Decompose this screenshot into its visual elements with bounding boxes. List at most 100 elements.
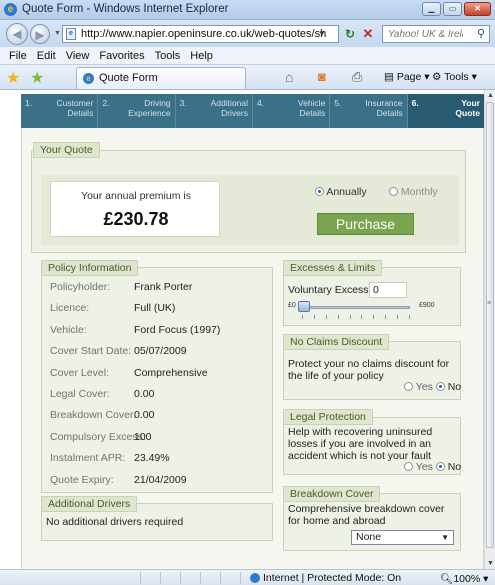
menu-view[interactable]: View [61,47,95,64]
policy-row-value: 0.00 [134,409,155,422]
maximize-button[interactable]: ▭ [443,2,462,16]
menu-help[interactable]: Help [185,47,218,64]
menu-edit[interactable]: Edit [32,47,61,64]
page-icon: e [66,28,76,40]
scroll-down-icon[interactable]: ▼ [485,558,495,569]
policy-row-value: 21/04/2009 [134,473,187,486]
ie-logo-icon: e [4,3,17,16]
policy-row-key: Policyholder: [50,281,111,293]
menu-favorites[interactable]: Favorites [94,47,149,64]
no-claims-text: Protect your no claims discount for the … [288,358,450,382]
policy-row-value: 100 [134,430,152,443]
search-input[interactable] [383,26,463,42]
excess-slider-thumb[interactable] [298,301,310,312]
forward-button[interactable]: ▶ [30,24,50,44]
page-menu[interactable]: ▤ Page ▾ [384,71,430,83]
breakdown-selected-value: None [356,531,382,543]
step-2[interactable]: 2. Driving Experience [98,94,176,128]
legal-yes-radio[interactable] [404,462,413,471]
no-claims-options: Yes No [404,381,461,393]
no-claims-legend: No Claims Discount [283,334,390,350]
step-label: Customer Details [56,98,93,118]
minimize-button[interactable]: ▁ [422,2,441,16]
policy-row-key: Compulsory Excess: [50,430,146,443]
step-label-line2: Details [67,108,94,118]
feeds-icon[interactable]: ◙ [318,69,326,84]
tools-menu-label: Tools [444,71,469,83]
stop-icon[interactable]: ✕ [360,26,376,42]
vertical-scrollbar[interactable]: ▲ ≡ ▼ [484,90,495,569]
step-label-line2: Details [376,108,403,118]
search-icon[interactable]: ⚲ [477,27,485,40]
window-title: Quote Form - Windows Internet Explorer [22,3,229,15]
tab-quote-form[interactable]: e Quote Form [76,67,246,89]
step-1[interactable]: 1. Customer Details [21,94,99,128]
zoom-value: 100% [453,573,481,585]
search-box[interactable]: ⚲ [382,25,490,43]
policy-row-key: Cover Start Date: [50,345,132,358]
policy-row-value: Frank Porter [134,281,193,293]
policy-row-key: Licence: [50,302,90,315]
annually-option[interactable]: Annually [315,186,367,198]
menu-tools[interactable]: Tools [150,47,186,64]
address-url[interactable]: http://www.napier.openinsure.co.uk/web-q… [81,28,326,40]
tools-menu[interactable]: ⚙ Tools ▾ [432,71,477,83]
step-5[interactable]: 5. Insurance Details [330,94,408,128]
zoom-level[interactable]: 🔍︎100% ▾ [440,572,488,585]
back-arrow-icon: ◀ [12,27,22,41]
monthly-label: Monthly [400,186,438,198]
annually-radio[interactable] [315,187,324,196]
step-label-line2: Details [299,108,326,118]
step-number: 2. [102,98,110,108]
monthly-option[interactable]: Monthly [389,186,438,198]
add-favorites-icon[interactable]: ★ [30,68,44,88]
step-number: 5. [334,98,342,108]
no-claims-yes-radio[interactable] [404,382,413,391]
history-dropdown-icon[interactable]: ▼ [54,30,61,37]
step-label-line1: Your [461,98,480,108]
policy-row-value: 23.49% [134,452,170,465]
scroll-thumb[interactable] [486,102,494,548]
premium-label: Your annual premium is [81,190,191,202]
no-claims-no-radio[interactable] [435,382,445,391]
step-number: 6. [411,98,419,108]
breakdown-legend: Breakdown Cover [283,486,381,502]
refresh-icon[interactable]: ↻ [342,26,358,42]
step-3[interactable]: 3. Additional Drivers [176,94,253,128]
internet-zone-icon [250,573,260,583]
close-button[interactable]: ✕ [464,2,491,16]
back-button[interactable]: ◀ [6,23,28,45]
address-dropdown-icon[interactable]: ▼ [318,29,326,38]
purchase-button[interactable]: Purchase [317,213,414,235]
address-bar[interactable]: e http://www.napier.openinsure.co.uk/web… [62,25,339,43]
legal-protection-text: Help with recovering uninsured losses if… [288,426,433,462]
home-icon[interactable]: ⌂ [285,69,293,85]
excess-slider-track[interactable] [300,306,410,309]
tools-gear-icon: ⚙ [432,71,445,83]
favorites-star-icon[interactable]: ★ [6,68,20,88]
policy-row-key: Legal Cover: [50,388,110,400]
breakdown-select[interactable]: None ▼ [351,530,454,545]
favorites-bar: ★ ★ e Quote Form ⌂ ◙ ⎙ ▤ Page ▾ ⚙ Tools … [0,65,495,90]
forward-arrow-icon: ▶ [35,28,45,42]
zoom-icon: 🔍︎ [440,573,454,585]
step-label: Driving Experience [128,98,171,118]
print-icon[interactable]: ⎙ [352,69,362,85]
no-claims-yes-label: Yes [415,381,433,393]
monthly-radio[interactable] [389,187,398,196]
menu-bar: File Edit View Favorites Tools Help [0,47,495,65]
scroll-up-icon[interactable]: ▲ [485,90,495,101]
step-label-line2: Quote [455,108,480,118]
step-number: 1. [25,98,33,108]
quote-progress-steps: 1. Customer Details 2. Driving Experience 3. Ad… [21,94,484,128]
step-4[interactable]: 4. Vehicle Details [253,94,331,128]
menu-file[interactable]: File [4,47,32,64]
step-6[interactable]: 6. Your Quote [407,94,484,128]
voluntary-excess-input[interactable]: 0 [369,282,407,298]
premium-box: Your annual premium is £230.78 [50,181,220,237]
policy-row-value: Comprehensive [134,366,208,379]
legal-no-radio[interactable] [435,462,445,471]
legal-protection-options: Yes No [404,461,461,473]
step-label-line1: Additional [210,98,248,108]
no-claims-no-label: No [447,381,462,393]
